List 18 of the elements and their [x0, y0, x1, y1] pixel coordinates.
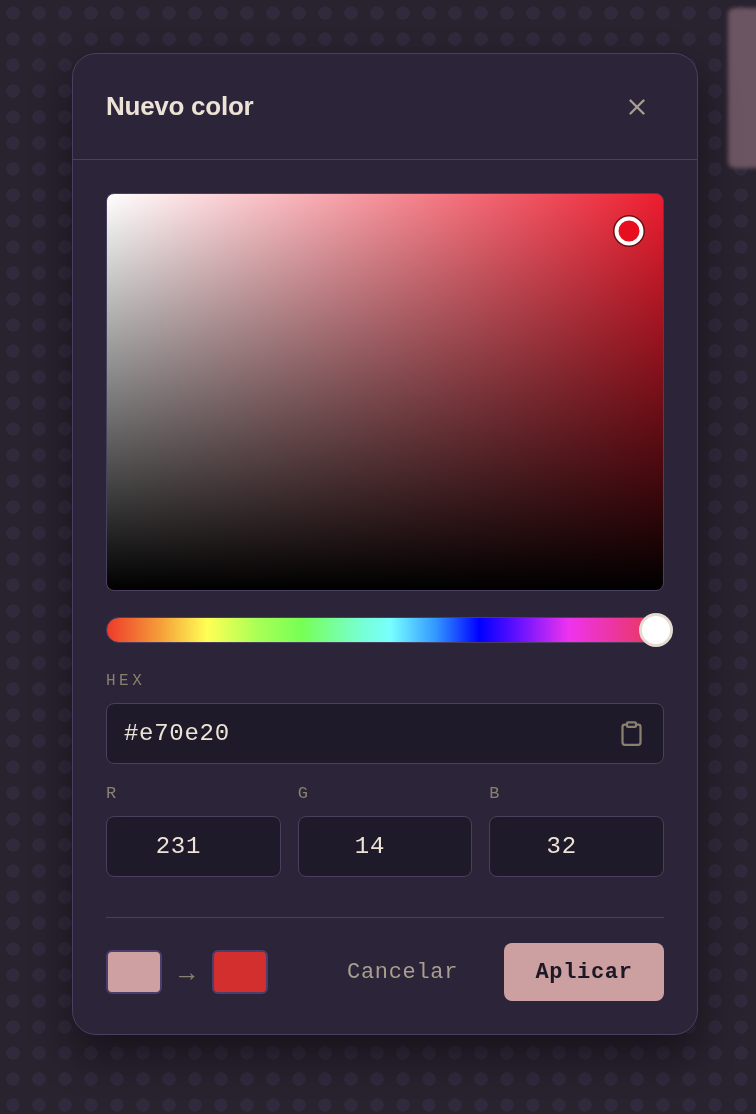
channel-label: B	[489, 784, 501, 804]
channel-input[interactable]: 14	[297, 816, 473, 877]
hue-slider-track[interactable]	[106, 612, 673, 648]
clipboard-icon[interactable]	[618, 720, 645, 747]
cancel-button[interactable]: Cancelar	[327, 943, 478, 1001]
hex-input[interactable]: #e70e20	[106, 703, 664, 764]
channel-input[interactable]: 231	[106, 816, 281, 877]
saturation-value-panel[interactable]	[106, 193, 664, 591]
hue-slider-thumb[interactable]	[638, 613, 673, 647]
dialog-title: Nuevo color	[106, 90, 254, 123]
picker-thumb-icon[interactable]	[614, 216, 644, 246]
channel-label: R	[106, 784, 118, 804]
hex-label: HEX	[106, 671, 147, 691]
apply-button[interactable]: Aplicar	[504, 943, 664, 1001]
channel-input[interactable]: 32	[489, 816, 664, 877]
arrow-text: →	[174, 955, 200, 989]
channel-label: G	[297, 784, 309, 804]
hex-value: #e70e20	[124, 718, 230, 749]
